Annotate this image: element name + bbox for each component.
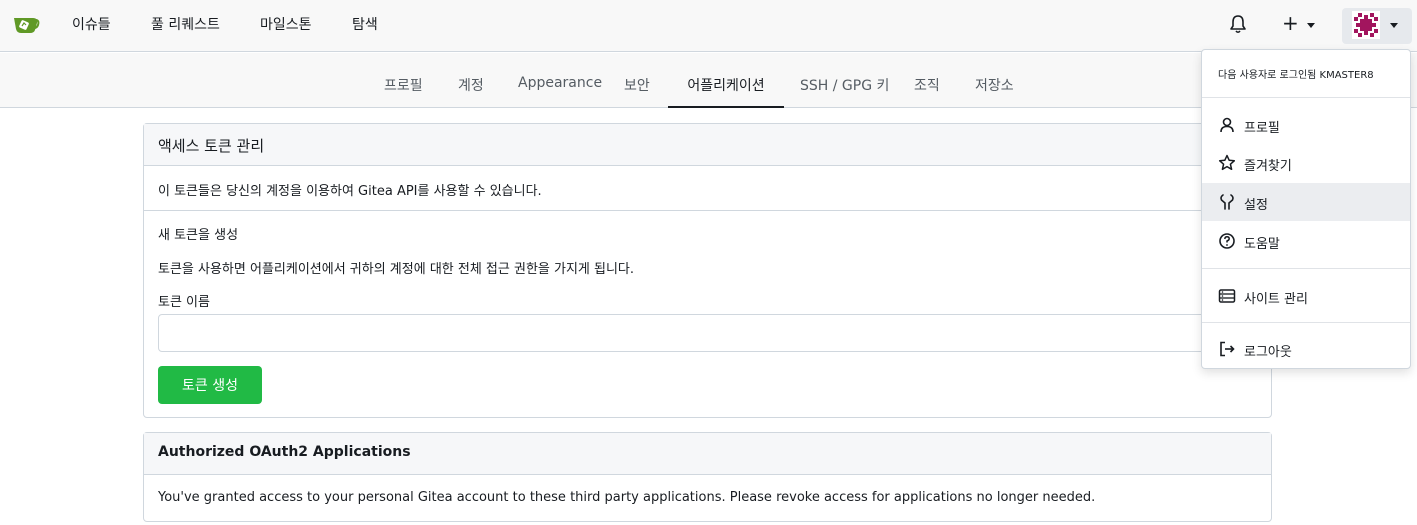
server-icon xyxy=(1218,289,1236,303)
menu-item-label: 즐겨찾기 xyxy=(1244,159,1292,174)
tab-security[interactable]: 보안 xyxy=(624,75,650,108)
access-token-description: 이 토큰들은 당신의 계정을 이용하여 Gitea API를 사용할 수 있습니… xyxy=(158,184,542,199)
menu-item-starred[interactable]: 즐겨찾기 xyxy=(1202,144,1410,182)
menu-item-label: 로그아웃 xyxy=(1244,345,1292,360)
menu-item-sign-out[interactable]: 로그아웃 xyxy=(1202,330,1410,368)
nav-explore-link[interactable]: 탐색 xyxy=(352,14,378,34)
tab-appearance[interactable]: Appearance xyxy=(518,75,602,108)
avatar xyxy=(1352,11,1380,39)
gitea-logo-icon[interactable] xyxy=(11,13,41,37)
oauth-description: You've granted access to your personal G… xyxy=(158,490,1096,505)
signed-in-as-text: 다음 사용자로 로그인됨 KMASTER8 xyxy=(1218,70,1374,81)
menu-item-label: 도움말 xyxy=(1244,237,1280,252)
oauth-apps-panel: Authorized OAuth2 Applications You've gr… xyxy=(143,432,1272,522)
bell-icon[interactable] xyxy=(1229,14,1247,34)
menu-item-profile[interactable]: 프로필 xyxy=(1202,106,1410,144)
menu-item-label: 프로필 xyxy=(1244,121,1280,136)
chevron-down-icon[interactable] xyxy=(1307,23,1315,28)
nav-milestones-link[interactable]: 마일스톤 xyxy=(260,14,312,34)
question-icon xyxy=(1219,233,1235,249)
menu-item-label: 설정 xyxy=(1244,198,1268,213)
oauth-header: Authorized OAuth2 Applications xyxy=(144,433,1271,475)
tab-applications[interactable]: 어플리케이션 xyxy=(668,75,784,108)
token-name-input[interactable] xyxy=(158,314,1258,352)
generate-token-button[interactable]: 토큰 생성 xyxy=(158,366,262,404)
star-icon xyxy=(1218,154,1236,171)
sign-out-icon xyxy=(1220,341,1235,357)
divider xyxy=(1202,97,1410,98)
access-token-panel: 액세스 토큰 관리 이 토큰들은 당신의 계정을 이용하여 Gitea API를… xyxy=(143,123,1272,418)
menu-item-site-admin[interactable]: 사이트 관리 xyxy=(1202,277,1410,315)
user-menu-toggle[interactable] xyxy=(1342,8,1412,44)
nav-pulls-link[interactable]: 풀 리퀘스트 xyxy=(151,14,220,34)
token-name-label: 토큰 이름 xyxy=(158,295,210,310)
access-token-header: 액세스 토큰 관리 xyxy=(144,124,1271,166)
top-navbar: 이슈들 풀 리퀘스트 마일스톤 탐색 + xyxy=(0,0,1417,52)
tab-profile[interactable]: 프로필 xyxy=(384,75,423,108)
chevron-down-icon[interactable] xyxy=(1390,23,1398,28)
divider xyxy=(1202,322,1410,323)
tab-organizations[interactable]: 조직 xyxy=(914,75,940,108)
menu-item-settings[interactable]: 설정 xyxy=(1202,183,1410,221)
tab-repositories[interactable]: 저장소 xyxy=(975,75,1014,108)
tab-account[interactable]: 계정 xyxy=(458,75,484,108)
menu-item-label: 사이트 관리 xyxy=(1244,292,1308,307)
create-new-button[interactable]: + xyxy=(1282,13,1299,33)
tab-ssh-gpg-keys[interactable]: SSH / GPG 키 xyxy=(800,75,889,108)
user-dropdown-menu: 다음 사용자로 로그인됨 KMASTER8 프로필 즐겨찾기 설정 도움말 사이… xyxy=(1201,49,1411,369)
new-token-title: 새 토큰을 생성 xyxy=(158,228,239,243)
divider xyxy=(1202,268,1410,269)
tools-icon xyxy=(1220,194,1234,210)
divider xyxy=(144,210,1271,211)
menu-item-help[interactable]: 도움말 xyxy=(1202,222,1410,260)
nav-issues-link[interactable]: 이슈들 xyxy=(72,14,111,34)
person-icon xyxy=(1220,117,1234,133)
new-token-warning: 토큰을 사용하면 어플리케이션에서 귀하의 계정에 대한 전체 접근 권한을 가… xyxy=(158,262,635,277)
